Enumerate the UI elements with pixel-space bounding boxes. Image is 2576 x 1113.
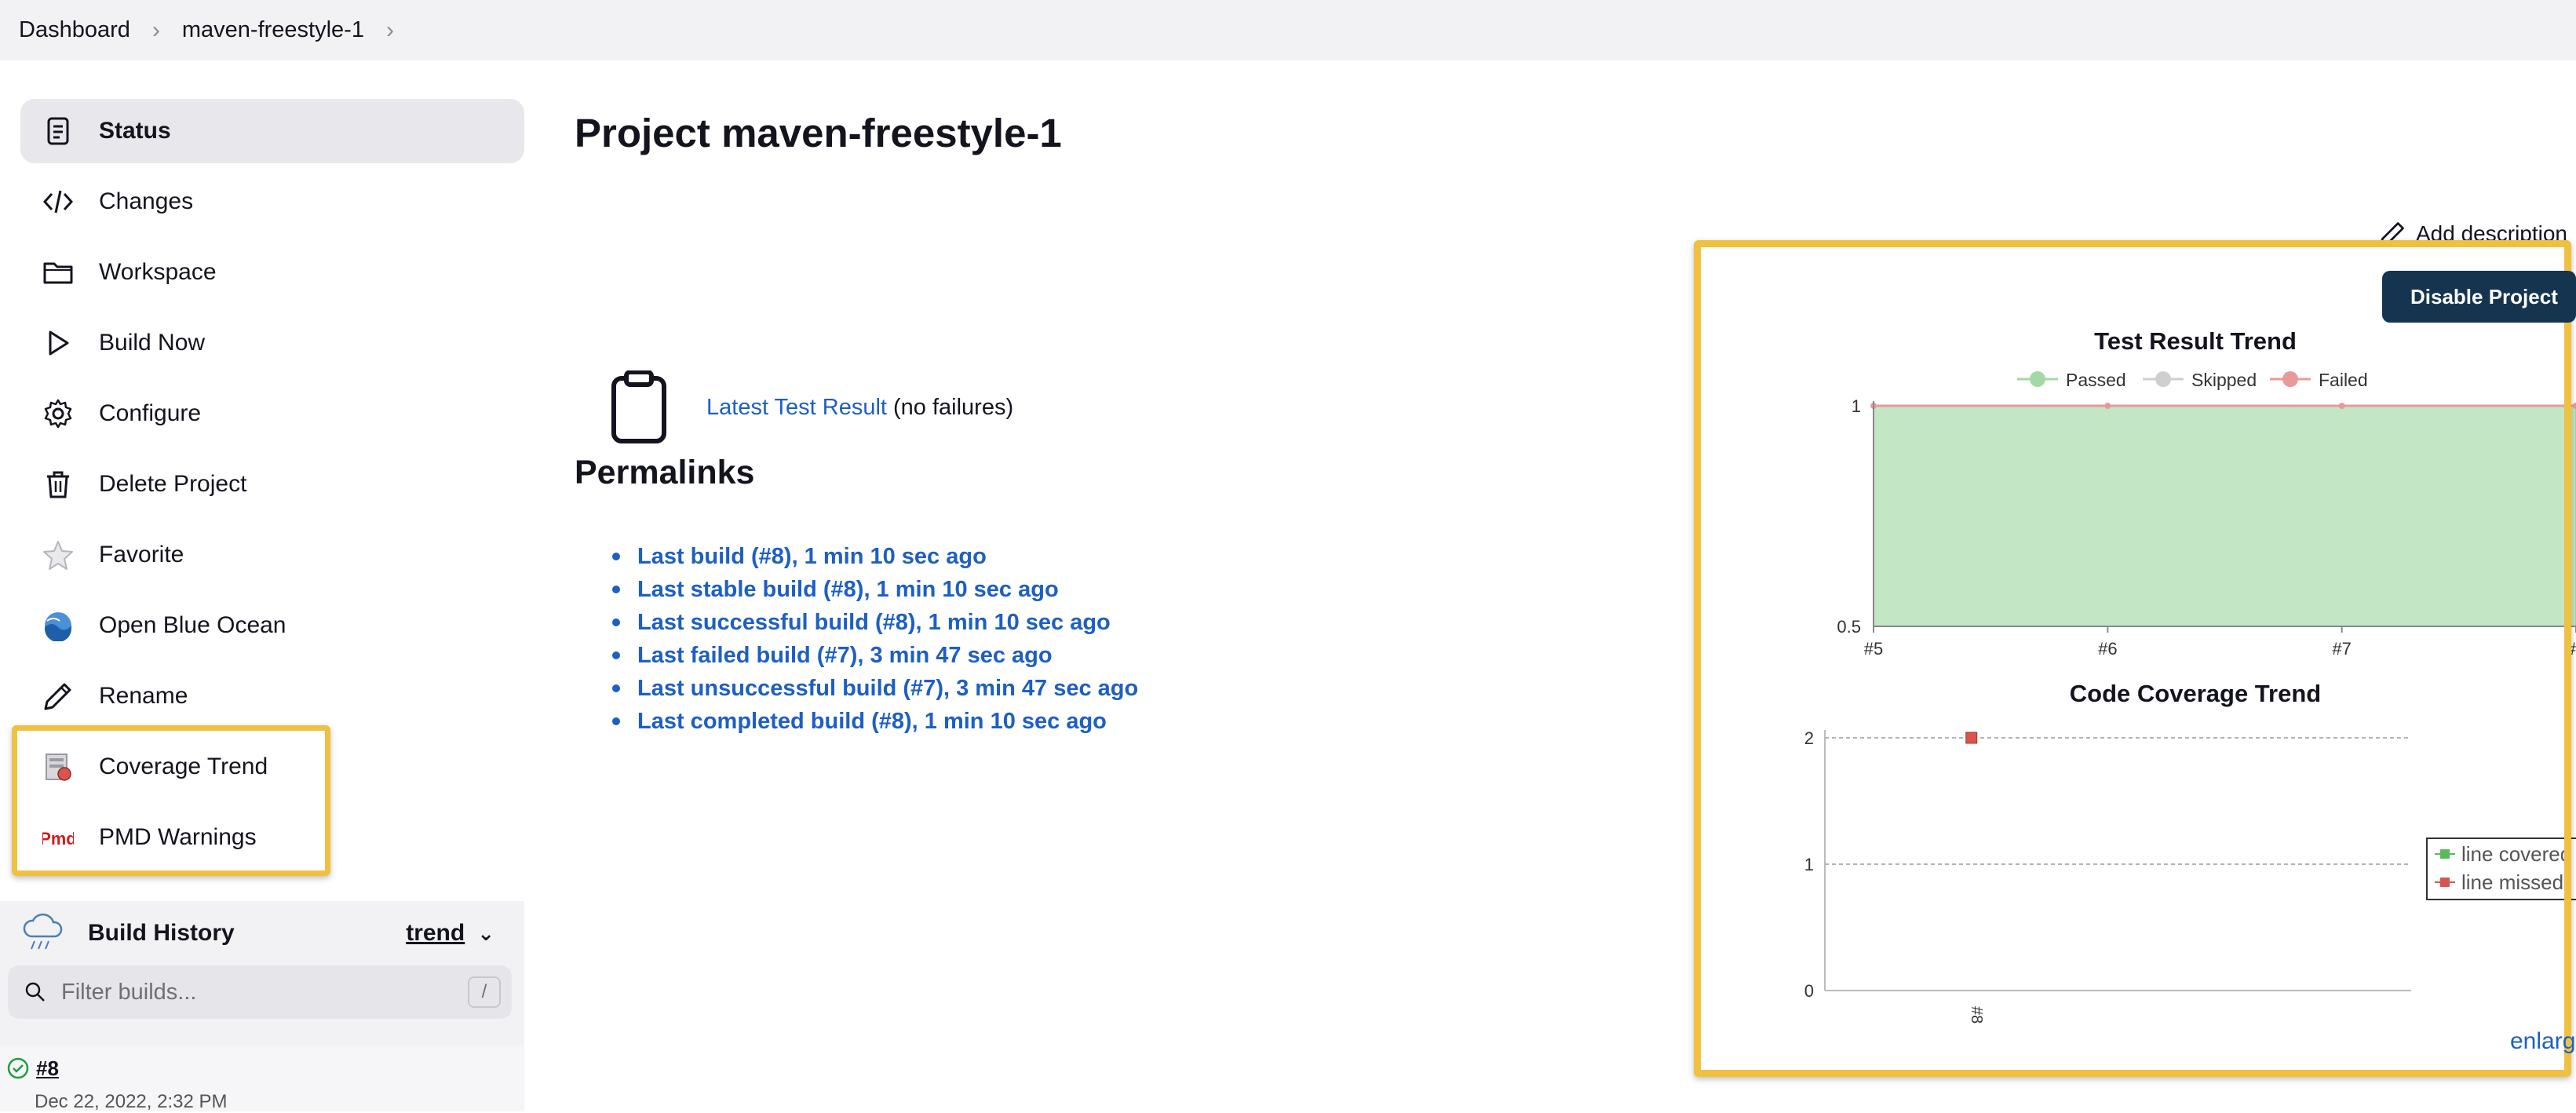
disable-project-button[interactable]: Disable Project: [2382, 271, 2576, 323]
enlarge-link[interactable]: enlarge: [2510, 1028, 2576, 1055]
charts-highlight-box: [1694, 240, 2571, 1077]
